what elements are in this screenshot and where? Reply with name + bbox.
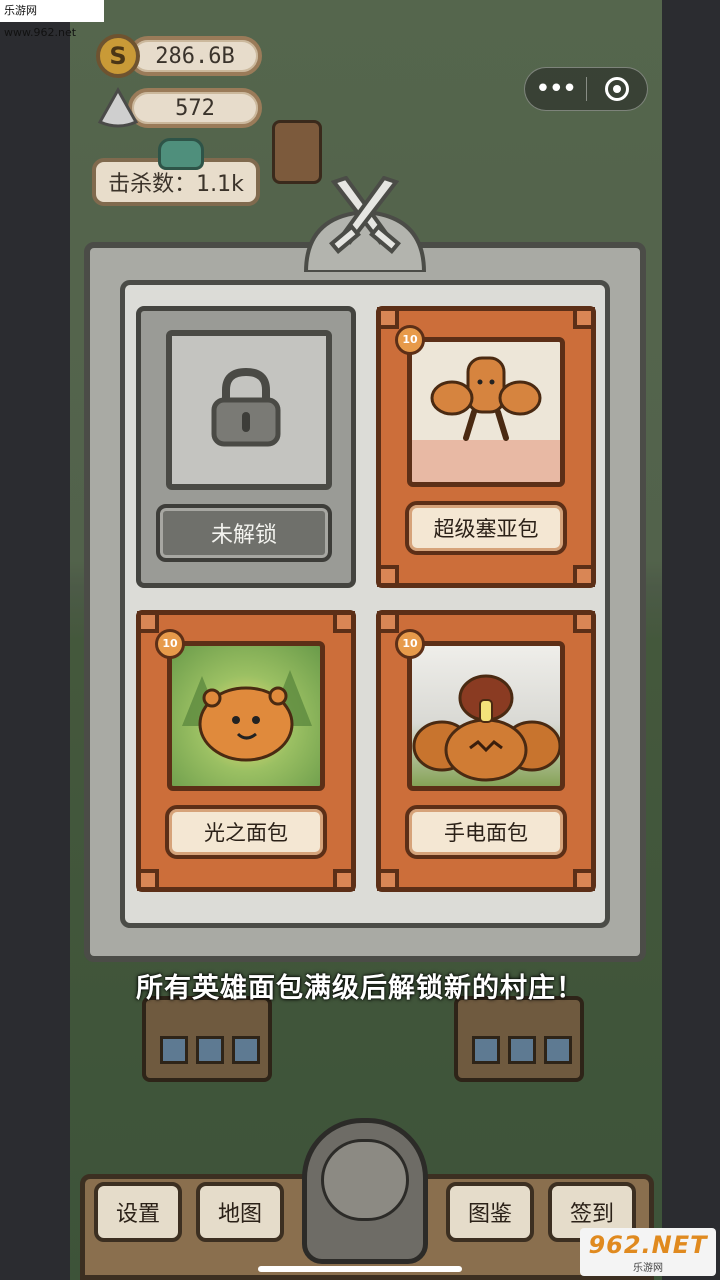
card-corner — [573, 565, 595, 587]
card-corner — [377, 565, 399, 587]
watermark-top: 乐游网 www.962.net — [0, 0, 104, 39]
bread-oven-button[interactable] — [302, 1118, 428, 1264]
crossed-swords-icon — [303, 176, 427, 272]
village-building-left — [142, 996, 272, 1082]
card-corner — [573, 869, 595, 891]
level-badge: 10 — [395, 629, 425, 659]
card-corner — [573, 611, 595, 633]
card-corner — [137, 869, 159, 891]
card-corner — [573, 307, 595, 329]
card-corner — [377, 307, 399, 329]
hero-card-flashlight-bread[interactable]: 10 手电面包 — [376, 610, 596, 892]
codex-button[interactable]: 图鉴 — [446, 1182, 534, 1242]
gem-icon — [97, 86, 139, 128]
map-button[interactable]: 地图 — [196, 1182, 284, 1242]
flashlight-bread-image — [407, 641, 565, 791]
card-corner — [377, 611, 399, 633]
hero-card-super-saiyan-bread[interactable]: 10 超级塞亚包 — [376, 306, 596, 588]
coin-icon: S — [96, 34, 140, 78]
card-corner — [333, 611, 355, 633]
bread-character-icon — [272, 120, 322, 184]
hero-card-label: 手电面包 — [405, 805, 567, 859]
locked-card-label: 未解锁 — [156, 504, 332, 562]
card-corner — [137, 611, 159, 633]
unlock-hint-caption: 所有英雄面包满级后解锁新的村庄！ — [136, 973, 584, 1004]
bread-face-icon — [321, 1139, 409, 1221]
hero-card-label: 超级塞亚包 — [405, 501, 567, 555]
super-saiyan-bread-image — [407, 337, 565, 487]
settings-button[interactable]: 设置 — [94, 1182, 182, 1242]
owl-icon — [158, 138, 204, 170]
mini-program-capsule: ••• — [524, 67, 648, 111]
gem-counter: 572 — [128, 88, 262, 128]
more-dots-icon[interactable]: ••• — [525, 69, 586, 109]
level-badge: 10 — [155, 629, 185, 659]
card-corner — [377, 869, 399, 891]
hero-card-label: 光之面包 — [165, 805, 327, 859]
padlock-icon — [211, 367, 281, 447]
watermark-bottom: 962.NET 乐游网 — [580, 1228, 716, 1276]
light-bread-image — [167, 641, 325, 791]
coin-counter: 286.6B — [128, 36, 262, 76]
hero-card-light-bread[interactable]: 10 光之面包 — [136, 610, 356, 892]
card-corner — [333, 869, 355, 891]
home-indicator[interactable] — [258, 1266, 462, 1272]
target-ring-icon[interactable] — [586, 77, 647, 101]
village-building-right — [454, 996, 584, 1082]
level-badge: 10 — [395, 325, 425, 355]
